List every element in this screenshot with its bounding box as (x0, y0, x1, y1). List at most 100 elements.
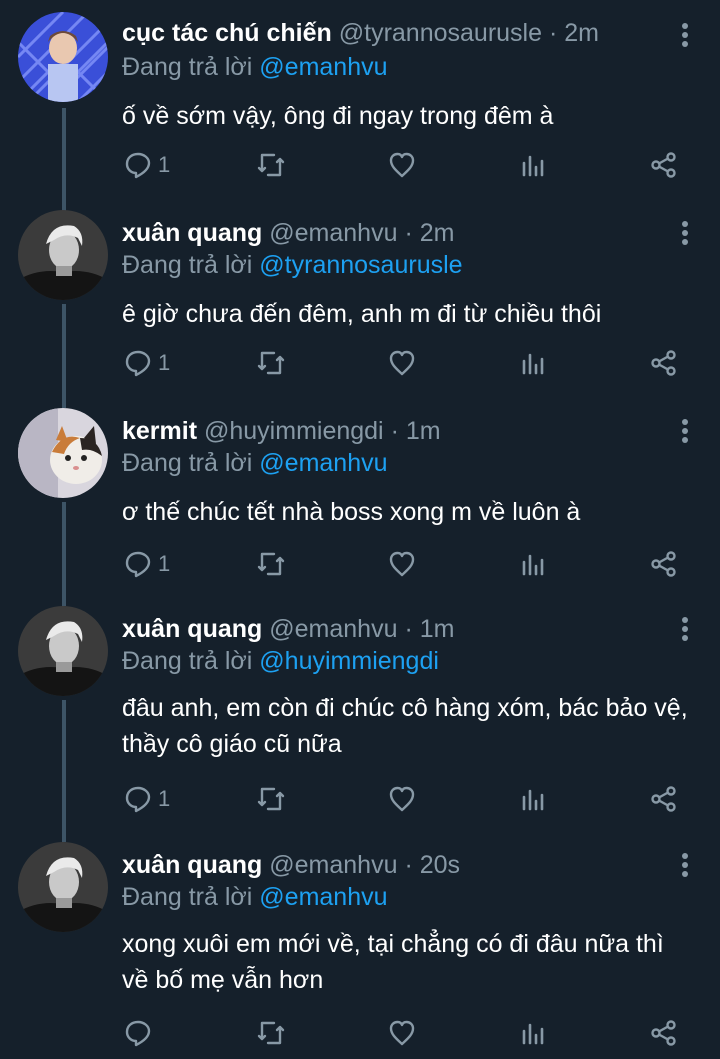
user-handle[interactable]: @emanhvu (269, 851, 397, 879)
like-button[interactable] (388, 1015, 416, 1051)
retweet-icon (257, 351, 285, 375)
tweet-actions: 1 (122, 781, 682, 817)
user-handle[interactable]: @tyrannosaurusle (339, 19, 542, 47)
tweet[interactable]: xuân quang @emanhvu · 20s Đang trả lời @… (0, 830, 720, 1059)
share-icon (651, 1020, 676, 1046)
avatar-bw-portrait-icon (18, 606, 108, 696)
more-options-icon[interactable] (678, 22, 692, 52)
display-name[interactable]: xuân quang (122, 615, 262, 643)
avatar-bw-portrait-icon (18, 842, 108, 932)
like-button[interactable] (388, 781, 416, 817)
replying-to-label: Đang trả lời (122, 449, 253, 477)
retweet-button[interactable] (256, 147, 286, 183)
like-button[interactable] (388, 345, 416, 381)
analytics-button[interactable] (520, 546, 546, 582)
analytics-button[interactable] (520, 147, 546, 183)
reply-button[interactable]: 1 (124, 781, 170, 817)
heart-icon (389, 350, 415, 376)
reply-count: 1 (158, 350, 171, 375)
avatar-cat-icon (18, 408, 108, 498)
reply-count: 1 (158, 786, 171, 811)
retweet-icon (257, 787, 285, 811)
tweet-text: đâu anh, em còn đi chúc cô hàng xóm, bác… (122, 694, 688, 758)
avatar-bw-portrait-icon (18, 210, 108, 300)
avatar[interactable] (18, 842, 108, 932)
more-options-icon[interactable] (678, 418, 692, 448)
user-handle[interactable]: @emanhvu (269, 219, 397, 247)
share-button[interactable] (650, 1015, 678, 1051)
share-button[interactable] (650, 345, 678, 381)
retweet-button[interactable] (256, 1015, 286, 1051)
tweet-text: ố về sớm vậy, ông đi ngay trong đêm à (122, 102, 554, 130)
display-name[interactable]: cục tác chú chiến (122, 19, 332, 47)
share-button[interactable] (650, 147, 678, 183)
display-name[interactable]: xuân quang (122, 851, 262, 879)
replying-to: Đang trả lời @emanhvu (122, 448, 388, 478)
more-options-icon[interactable] (678, 220, 692, 250)
timestamp[interactable]: 1m (406, 417, 441, 445)
separator-dot: · (404, 851, 413, 879)
reply-button[interactable]: 1 (124, 345, 170, 381)
replying-to-label: Đang trả lời (122, 53, 253, 81)
tweet[interactable]: xuân quang @emanhvu · 1m Đang trả lời @h… (0, 594, 720, 834)
tweet-actions (122, 1015, 682, 1051)
more-options-icon[interactable] (678, 852, 692, 882)
replying-to-handle[interactable]: @huyimmiengdi (259, 647, 439, 675)
tweet-text: ê giờ chưa đến đêm, anh m đi từ chiều th… (122, 300, 602, 328)
share-button[interactable] (650, 546, 678, 582)
reply-icon (125, 152, 151, 179)
separator-dot: · (548, 19, 558, 47)
retweet-button[interactable] (256, 546, 286, 582)
avatar[interactable] (18, 210, 108, 300)
avatar[interactable] (18, 408, 108, 498)
timestamp[interactable]: 1m (420, 615, 455, 643)
reply-count: 1 (158, 152, 171, 177)
like-button[interactable] (388, 147, 416, 183)
retweet-button[interactable] (256, 345, 286, 381)
replying-to: Đang trả lời @tyrannosaurusle (122, 250, 463, 280)
tweet[interactable]: cục tác chú chiến @tyrannosaurusle · 2m … (0, 0, 720, 200)
reply-button[interactable]: 1 (124, 147, 170, 183)
reply-button[interactable]: 1 (124, 546, 170, 582)
reply-icon (125, 551, 151, 578)
user-handle[interactable]: @huyimmiengdi (204, 417, 384, 445)
analytics-button[interactable] (520, 781, 546, 817)
retweet-icon (257, 153, 285, 177)
tweet[interactable]: kermit @huyimmiengdi · 1m Đang trả lời @… (0, 396, 720, 596)
share-icon (651, 551, 676, 577)
user-handle[interactable]: @emanhvu (269, 615, 397, 643)
analytics-icon (522, 789, 544, 811)
analytics-button[interactable] (520, 1015, 546, 1051)
avatar[interactable] (18, 606, 108, 696)
heart-icon (389, 786, 415, 812)
retweet-button[interactable] (256, 781, 286, 817)
separator-dot: · (404, 219, 413, 247)
share-icon (651, 350, 676, 376)
more-options-icon[interactable] (678, 616, 692, 646)
tweet-header: kermit @huyimmiengdi · 1m (122, 416, 660, 446)
replying-to-handle[interactable]: @emanhvu (259, 53, 387, 81)
tweet[interactable]: xuân quang @emanhvu · 2m Đang trả lời @t… (0, 198, 720, 398)
timestamp[interactable]: 20s (420, 851, 460, 879)
like-button[interactable] (388, 546, 416, 582)
reply-icon (125, 1020, 151, 1047)
timestamp[interactable]: 2m (564, 19, 599, 47)
tweet-header: cục tác chú chiến @tyrannosaurusle · 2m (122, 18, 660, 48)
replying-to-handle[interactable]: @tyrannosaurusle (259, 251, 462, 279)
tweet-actions: 1 (122, 147, 682, 183)
reply-thread: cục tác chú chiến @tyrannosaurusle · 2m … (0, 0, 720, 1059)
tweet-header: xuân quang @emanhvu · 2m (122, 218, 660, 248)
share-button[interactable] (650, 781, 678, 817)
reply-icon (125, 786, 151, 813)
analytics-icon (522, 554, 544, 576)
analytics-button[interactable] (520, 345, 546, 381)
reply-button[interactable] (124, 1015, 158, 1051)
display-name[interactable]: kermit (122, 417, 197, 445)
avatar[interactable] (18, 12, 108, 102)
replying-to-handle[interactable]: @emanhvu (259, 449, 387, 477)
replying-to: Đang trả lời @emanhvu (122, 52, 388, 82)
timestamp[interactable]: 2m (420, 219, 455, 247)
reply-count: 1 (158, 551, 171, 576)
replying-to-handle[interactable]: @emanhvu (259, 883, 387, 911)
display-name[interactable]: xuân quang (122, 219, 262, 247)
